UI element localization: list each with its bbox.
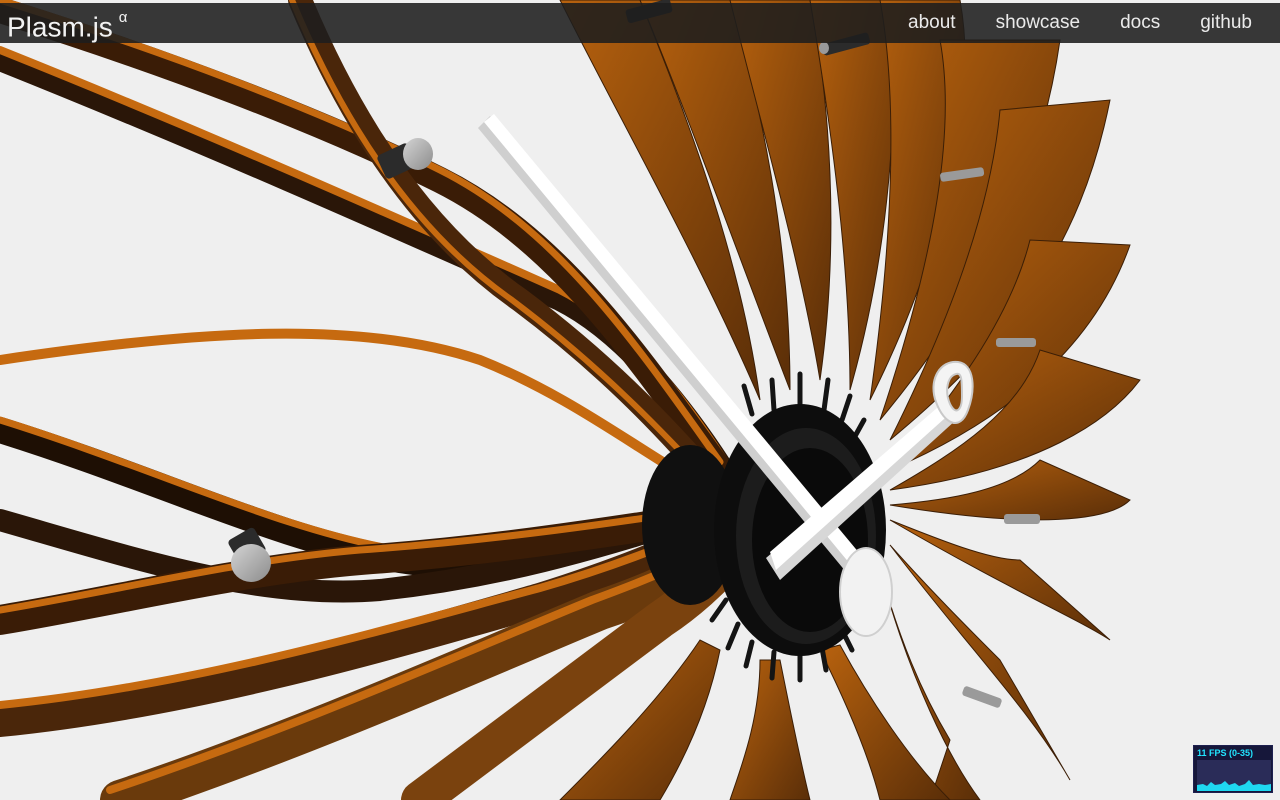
fps-stats-panel[interactable]: 11 FPS (0-35) bbox=[1193, 745, 1273, 793]
main-nav: about showcase docs github bbox=[868, 3, 1252, 43]
fps-graph bbox=[1197, 760, 1271, 791]
nav-link-showcase[interactable]: showcase bbox=[996, 12, 1081, 34]
brand-logo[interactable]: Plasm.js α bbox=[7, 4, 127, 45]
peg-knob bbox=[996, 338, 1036, 347]
fps-label: 11 FPS (0-35) bbox=[1197, 748, 1254, 758]
brand-alpha-tag: α bbox=[118, 9, 128, 26]
top-navbar: Plasm.js α about showcase docs github bbox=[0, 3, 1280, 43]
peg-knob bbox=[962, 686, 1002, 708]
nav-link-docs[interactable]: docs bbox=[1120, 12, 1160, 34]
ribbons-left bbox=[0, 0, 750, 800]
nav-link-about[interactable]: about bbox=[908, 12, 956, 34]
3d-viewport-canvas[interactable] bbox=[0, 0, 1280, 800]
brand-name: Plasm.js bbox=[7, 11, 113, 43]
peg-knob bbox=[1004, 514, 1040, 524]
center-cap bbox=[839, 547, 893, 637]
nav-link-github[interactable]: github bbox=[1200, 12, 1252, 34]
